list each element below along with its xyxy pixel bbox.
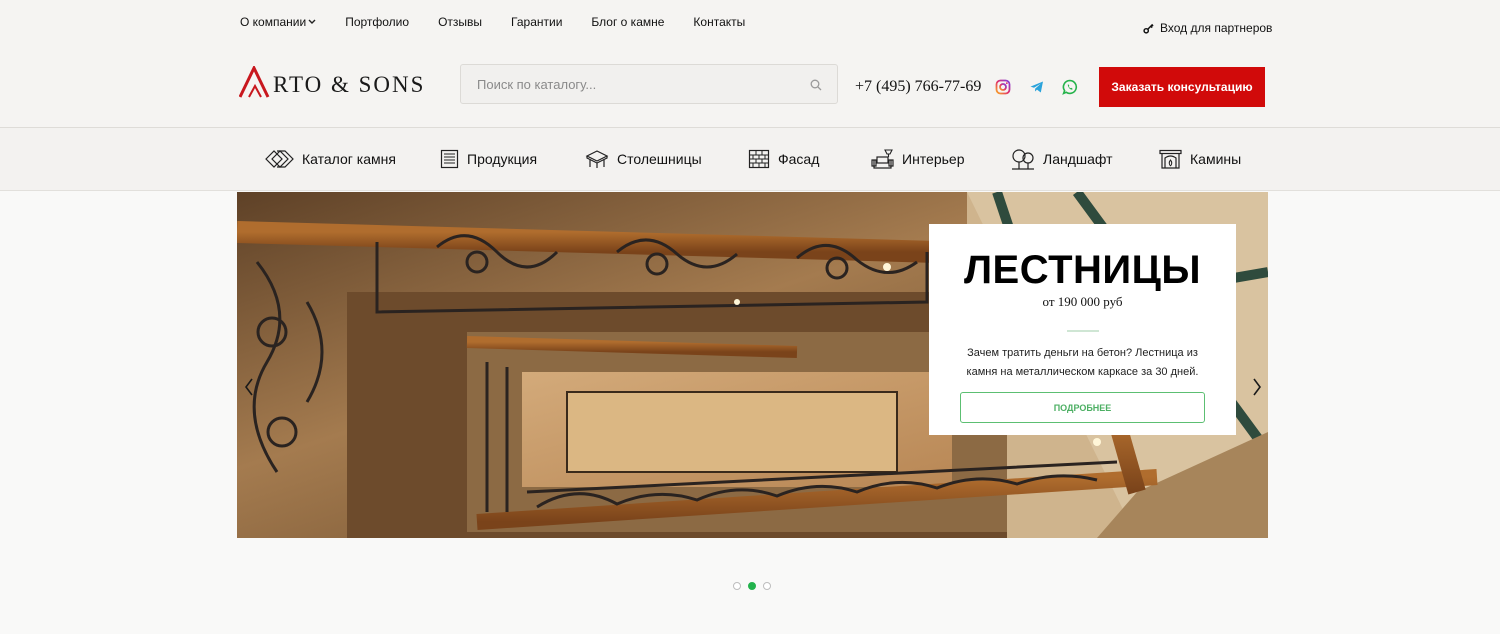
topnav-item-reviews[interactable]: Отзывы	[438, 15, 482, 29]
topnav-item-portfolio[interactable]: Портфолио	[345, 15, 409, 29]
slide-title: ЛЕСТНИЦЫ	[963, 248, 1202, 292]
topnav-item-blog[interactable]: Блог о камне	[591, 15, 664, 29]
category-label: Интерьер	[902, 151, 965, 167]
slider-dot[interactable]	[733, 582, 741, 590]
slider-dot-active[interactable]	[748, 582, 756, 590]
partner-login-label: Вход для партнеров	[1160, 21, 1273, 35]
top-navigation: О компании Портфолио Отзывы Гарантии Бло…	[240, 15, 774, 29]
topnav-item-about[interactable]: О компании	[240, 15, 316, 29]
more-button[interactable]: ПОДРОБНЕЕ	[960, 392, 1205, 423]
instagram-icon[interactable]	[995, 79, 1011, 95]
topnav-item-label: Гарантии	[511, 15, 563, 29]
logo[interactable]: RTO & SONS	[239, 65, 445, 99]
category-interior[interactable]: Интерьер	[871, 147, 965, 171]
topnav-item-contacts[interactable]: Контакты	[693, 15, 745, 29]
slider-prev-button[interactable]	[239, 372, 259, 402]
consultation-button[interactable]: Заказать консультацию	[1099, 67, 1265, 107]
category-label: Продукция	[467, 151, 538, 167]
category-label: Ландшафт	[1043, 151, 1113, 167]
category-fireplaces[interactable]: Камины	[1159, 147, 1241, 171]
slide-info-card: ЛЕСТНИЦЫ от 190 000 руб Зачем тратить де…	[929, 224, 1236, 435]
category-label: Столешницы	[617, 151, 702, 167]
interior-icon	[871, 149, 894, 169]
whatsapp-icon[interactable]	[1062, 79, 1078, 95]
divider	[1066, 330, 1099, 332]
key-icon	[1143, 23, 1154, 34]
chevron-down-icon	[308, 19, 316, 24]
category-products[interactable]: Продукция	[440, 147, 537, 171]
category-facade[interactable]: Фасад	[748, 147, 819, 171]
landscape-icon	[1012, 149, 1034, 170]
partner-login-link[interactable]: Вход для партнеров	[1143, 21, 1272, 35]
slider-pagination	[733, 582, 778, 590]
site-header: О компании Портфолио Отзывы Гарантии Бло…	[0, 0, 1500, 128]
stone-catalog-icon	[265, 150, 294, 168]
chevron-left-icon	[245, 378, 253, 396]
category-label: Камины	[1190, 151, 1242, 167]
fireplace-icon	[1159, 149, 1182, 169]
search-input[interactable]	[461, 65, 791, 103]
countertop-icon	[585, 150, 609, 168]
category-landscape[interactable]: Ландшафт	[1011, 147, 1113, 171]
phone-number[interactable]: +7 (495) 766-77-69	[855, 78, 981, 96]
category-label: Фасад	[778, 151, 820, 167]
topnav-item-label: О компании	[240, 15, 307, 29]
slide-price: от 190 000 руб	[1042, 294, 1123, 309]
slider-dot[interactable]	[763, 582, 771, 590]
search-icon[interactable]	[810, 79, 822, 91]
category-stone-catalog[interactable]: Каталог камня	[265, 147, 396, 171]
search-box	[460, 64, 838, 104]
topnav-item-label: Контакты	[693, 15, 746, 29]
telegram-icon[interactable]	[1029, 79, 1045, 95]
logo-mark-icon	[239, 66, 270, 98]
chevron-right-icon	[1253, 378, 1261, 396]
category-countertops[interactable]: Столешницы	[585, 147, 702, 171]
slider-next-button[interactable]	[1247, 372, 1267, 402]
topnav-item-label: Портфолио	[345, 15, 410, 29]
category-label: Каталог камня	[302, 151, 396, 167]
topnav-item-label: Отзывы	[438, 15, 483, 29]
topnav-item-guarantees[interactable]: Гарантии	[511, 15, 562, 29]
logo-text: RTO & SONS	[273, 71, 426, 97]
products-icon	[440, 149, 459, 169]
topnav-item-label: Блог о камне	[591, 15, 665, 29]
category-navigation: Каталог камня Продукция Столешницы Фасад…	[0, 128, 1500, 191]
facade-icon	[748, 149, 770, 169]
slide-description: Зачем тратить деньги на бетон? Лестница …	[966, 347, 1199, 378]
